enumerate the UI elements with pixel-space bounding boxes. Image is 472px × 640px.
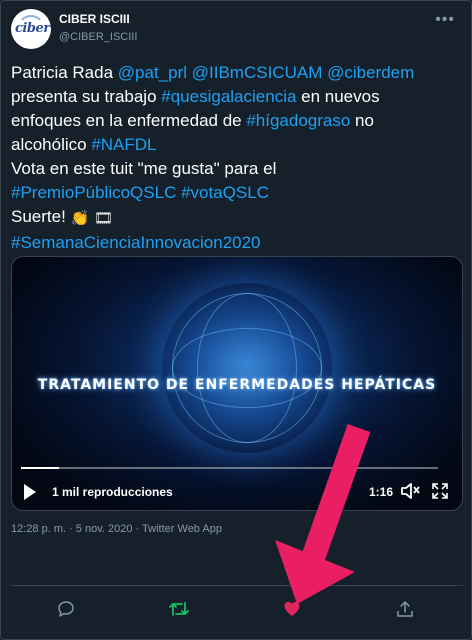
hashtag-link[interactable]: #votaQSLC [181,183,269,202]
tweet-text-segment: alcohólico [11,135,92,154]
tweet-text-segment: enfoques en la enfermedad de [11,111,247,130]
retweet-button[interactable] [165,595,193,623]
mention-link[interactable]: @IIBmCSICUAM [192,63,323,82]
video-duration: 1:16 [369,485,394,499]
account-name[interactable]: CIBER ISCIII [59,12,130,26]
hashtag-link[interactable]: #PremioPúblicoQSLC [11,183,176,202]
avatar-logo-text: ciber [15,21,50,36]
video-player[interactable]: TRATAMIENTO DE ENFERMEDADES HEPÁTICAS 1 … [11,256,463,511]
tweet-header: ciber CIBER ISCIII @CIBER_ISCIII ••• [11,9,463,49]
play-icon[interactable] [24,484,36,500]
film-frames-emoji: 🎞 [93,210,114,227]
volume-icon[interactable] [400,482,420,500]
tweet-line: Vota en este tuit "me gusta" para el [11,157,463,181]
suerte-text: Suerte! [11,207,71,226]
fullscreen-icon[interactable] [432,483,448,499]
tweet-line-suerte: Suerte! 👏 🎞 [11,205,463,231]
tweet-card: ciber CIBER ISCIII @CIBER_ISCIII ••• Pat… [0,0,472,640]
tweet-timestamp[interactable]: 12:28 p. m. · 5 nov. 2020 · Twitter Web … [11,523,222,535]
tweet-line: #PremioPúblicoQSLC #votaQSLC [11,181,463,205]
reply-button[interactable] [52,595,80,623]
tweet-text-segment: en nuevos [296,87,380,106]
tweet-line: alcohólico #NAFDL [11,133,463,157]
account-handle[interactable]: @CIBER_ISCIII [59,31,137,43]
more-horizontal-icon[interactable]: ••• [435,11,455,29]
divider [11,585,463,586]
tweet-text: Patricia Rada @pat_prl @IIBmCSICUAM @cib… [11,61,463,255]
share-button[interactable] [391,595,419,623]
tweet-actions [1,595,472,623]
tweet-line: enfoques en la enfermedad de #hígadogras… [11,109,463,133]
hashtag-link[interactable]: #SemanaCienciaInnovacion2020 [11,233,261,252]
tweet-line: #SemanaCienciaInnovacion2020 [11,231,463,255]
mention-link[interactable]: @ciberdem [327,63,414,82]
tweet-text-segment: Patricia Rada [11,63,118,82]
tweet-line: presenta su trabajo #quesigalaciencia en… [11,85,463,109]
share-icon [397,601,413,617]
hashtag-link[interactable]: #hígadograso [246,111,350,130]
retweet-icon [169,602,189,616]
hashtag-link[interactable]: #quesigalaciencia [161,87,296,106]
reply-icon [58,601,74,617]
tweet-line: Patricia Rada @pat_prl @IIBmCSICUAM @cib… [11,61,463,85]
video-title: TRATAMIENTO DE ENFERMEDADES HEPÁTICAS [37,377,437,393]
clapping-hands-emoji: 👏 [70,210,90,227]
video-progress-bar[interactable] [21,467,438,469]
mention-link[interactable]: @pat_prl [118,63,187,82]
like-icon [284,601,300,616]
globe-ring [172,328,322,408]
like-button[interactable] [278,595,306,623]
video-progress-fill [21,467,59,469]
view-count: 1 mil reproducciones [52,485,173,499]
hashtag-link[interactable]: #NAFDL [91,135,156,154]
tweet-text-segment: Vota en este tuit "me gusta" para el [11,159,277,178]
globe-graphic [162,283,332,453]
tweet-text-segment: no [350,111,374,130]
tweet-text-segment: presenta su trabajo [11,87,162,106]
avatar[interactable]: ciber [11,9,51,49]
